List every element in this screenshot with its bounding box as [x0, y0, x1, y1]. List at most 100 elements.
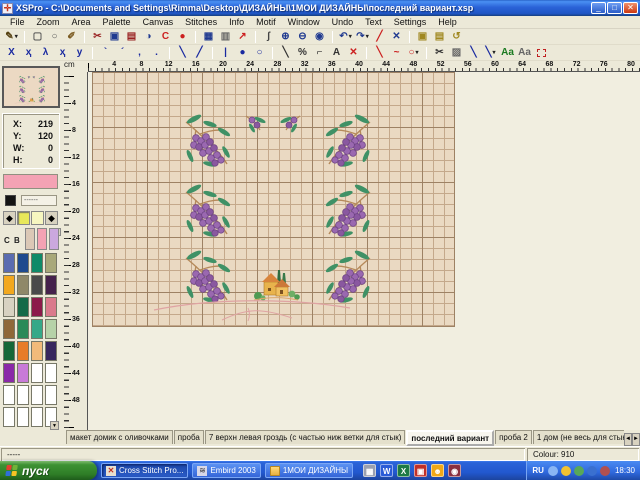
palette-color-swatch[interactable]	[45, 363, 57, 383]
design-tab[interactable]: 1 дом (не весь для стыковки)	[533, 430, 624, 444]
header-color-swatch[interactable]	[37, 228, 47, 250]
rotate-icon[interactable]: C	[158, 30, 173, 44]
design-tab[interactable]: последний вариант	[406, 430, 494, 446]
palette-color-swatch[interactable]	[31, 407, 43, 427]
menu-canvas[interactable]: Canvas	[137, 17, 180, 27]
quarter-stitch-1-icon[interactable]: `	[98, 46, 113, 60]
palette-color-swatch[interactable]	[31, 297, 43, 317]
select-rect-icon[interactable]: ▢	[30, 30, 45, 44]
pattern-icon[interactable]: ▨	[449, 46, 464, 60]
menu-info[interactable]: Info	[223, 17, 250, 27]
knot-1-icon[interactable]: ╲	[278, 46, 293, 60]
half-cross-2-icon[interactable]: λ	[38, 46, 53, 60]
language-indicator[interactable]: RU	[532, 466, 544, 475]
quarter-stitch-2-icon[interactable]: ´	[115, 46, 130, 60]
zoom-fit-icon[interactable]: ◉	[312, 30, 327, 44]
curve-2-icon[interactable]: ~	[389, 46, 404, 60]
rotate-page-icon[interactable]: ↺	[449, 30, 464, 44]
calculator-icon[interactable]: ▦	[363, 464, 376, 477]
palette-color-swatch[interactable]	[17, 385, 29, 405]
task-button[interactable]: ✕Cross Stitch Pro...	[101, 463, 188, 478]
palette-color-swatch[interactable]	[3, 253, 15, 273]
select-stitches-icon[interactable]	[534, 46, 549, 60]
palette-color-swatch[interactable]	[45, 385, 57, 405]
thread-code-field[interactable]: ------	[21, 195, 57, 206]
half-cross-4-icon[interactable]: у	[72, 46, 87, 60]
needle-2-icon[interactable]: ╲▾	[483, 46, 498, 60]
erase-icon[interactable]: ✕	[389, 30, 404, 44]
pencil-tool-icon[interactable]: ✎▾	[4, 30, 19, 44]
design-tab[interactable]: проба	[174, 430, 204, 444]
tab-scroll-left-button[interactable]: ◄	[624, 433, 632, 446]
header-color-swatch[interactable]	[49, 228, 59, 250]
word-icon[interactable]: W	[380, 464, 393, 477]
task-button[interactable]: 1МОИ ДИЗАЙНЫ	[265, 463, 353, 478]
palette-color-swatch[interactable]	[3, 407, 15, 427]
backstitch-down-icon[interactable]: ╲	[175, 46, 190, 60]
select-freehand-icon[interactable]: ✐	[64, 30, 79, 44]
undo-icon[interactable]: ↶▾	[338, 30, 353, 44]
tray-antivirus-icon[interactable]	[574, 466, 584, 476]
palette-color-swatch[interactable]	[3, 319, 15, 339]
start-button[interactable]: пуск	[0, 461, 97, 480]
design-tab[interactable]: 7 верхн левая гроздь (с частью ниж ветки…	[205, 430, 406, 444]
page-preview-icon[interactable]: ▥	[218, 30, 233, 44]
palette-color-swatch[interactable]	[3, 297, 15, 317]
tray-volume-icon[interactable]	[548, 466, 558, 476]
task-button[interactable]: ≋Embird 2003	[192, 463, 260, 478]
menu-settings[interactable]: Settings	[388, 17, 433, 27]
image-view-icon[interactable]: ▦	[201, 30, 216, 44]
zoom-out-icon[interactable]: ⊖	[295, 30, 310, 44]
select-oval-icon[interactable]: ○	[47, 30, 62, 44]
menu-motif[interactable]: Motif	[250, 17, 282, 27]
new-page-icon[interactable]: ▤	[432, 30, 447, 44]
diamond-button[interactable]: ◆	[45, 211, 58, 225]
black-color-swatch[interactable]	[5, 195, 16, 206]
palette-color-swatch[interactable]	[31, 363, 43, 383]
palette-color-swatch[interactable]	[3, 341, 15, 361]
needle-1-icon[interactable]: ╲	[466, 46, 481, 60]
current-color-swatch[interactable]	[3, 174, 58, 189]
quick-color-swatch[interactable]	[31, 211, 44, 225]
tray-display-icon[interactable]	[587, 466, 597, 476]
motif-copy-icon[interactable]: ▣	[107, 30, 122, 44]
palette-color-swatch[interactable]	[17, 297, 29, 317]
close-button[interactable]: ✕	[623, 2, 638, 14]
text-grey-icon[interactable]: Aa	[517, 46, 532, 60]
motif-place-icon[interactable]: ●	[175, 30, 190, 44]
full-cross-stitch-icon[interactable]: X	[4, 46, 19, 60]
scissors-icon[interactable]: ✂	[432, 46, 447, 60]
half-cross-3-icon[interactable]: ҳ	[55, 46, 70, 60]
knot-5-icon[interactable]: ✕	[346, 46, 361, 60]
quick-color-swatch[interactable]	[17, 211, 30, 225]
palette-color-swatch[interactable]	[31, 385, 43, 405]
palette-color-swatch[interactable]	[17, 341, 29, 361]
motif-cut-icon[interactable]: ✂	[90, 30, 105, 44]
palette-color-swatch[interactable]	[45, 253, 57, 273]
redo-icon[interactable]: ↷▾	[355, 30, 370, 44]
stitch-canvas[interactable]	[92, 72, 455, 327]
tray-update-icon[interactable]	[600, 466, 610, 476]
design-tab[interactable]: макет домик с оливочками	[66, 430, 173, 444]
motif-mirror-icon[interactable]: ◑	[141, 30, 156, 44]
design-preview[interactable]	[2, 66, 60, 108]
palette-color-swatch[interactable]	[31, 253, 43, 273]
tray-messenger-icon[interactable]	[561, 466, 571, 476]
knot-4-icon[interactable]: A	[329, 46, 344, 60]
palette-scroll-down-button[interactable]: ▼	[50, 421, 59, 430]
menu-zoom[interactable]: Zoom	[31, 17, 66, 27]
menu-area[interactable]: Area	[66, 17, 97, 27]
menu-text[interactable]: Text	[359, 17, 388, 27]
title-bar[interactable]: ✛ XSPro - C:\Documents and Settings\Rimm…	[0, 0, 640, 16]
draw-pen-icon[interactable]: ╱	[372, 30, 387, 44]
palette-color-swatch[interactable]	[3, 385, 15, 405]
palette-color-swatch[interactable]	[45, 341, 57, 361]
copy-page-icon[interactable]: ▣	[415, 30, 430, 44]
zoom-in-icon[interactable]: ⊕	[278, 30, 293, 44]
design-tab[interactable]: проба 2	[495, 430, 532, 444]
palette-color-swatch[interactable]	[17, 319, 29, 339]
palette-color-swatch[interactable]	[17, 363, 29, 383]
menu-undo[interactable]: Undo	[326, 17, 360, 27]
menu-window[interactable]: Window	[282, 17, 326, 27]
ellipse-tool-icon[interactable]: ○▾	[406, 46, 421, 60]
